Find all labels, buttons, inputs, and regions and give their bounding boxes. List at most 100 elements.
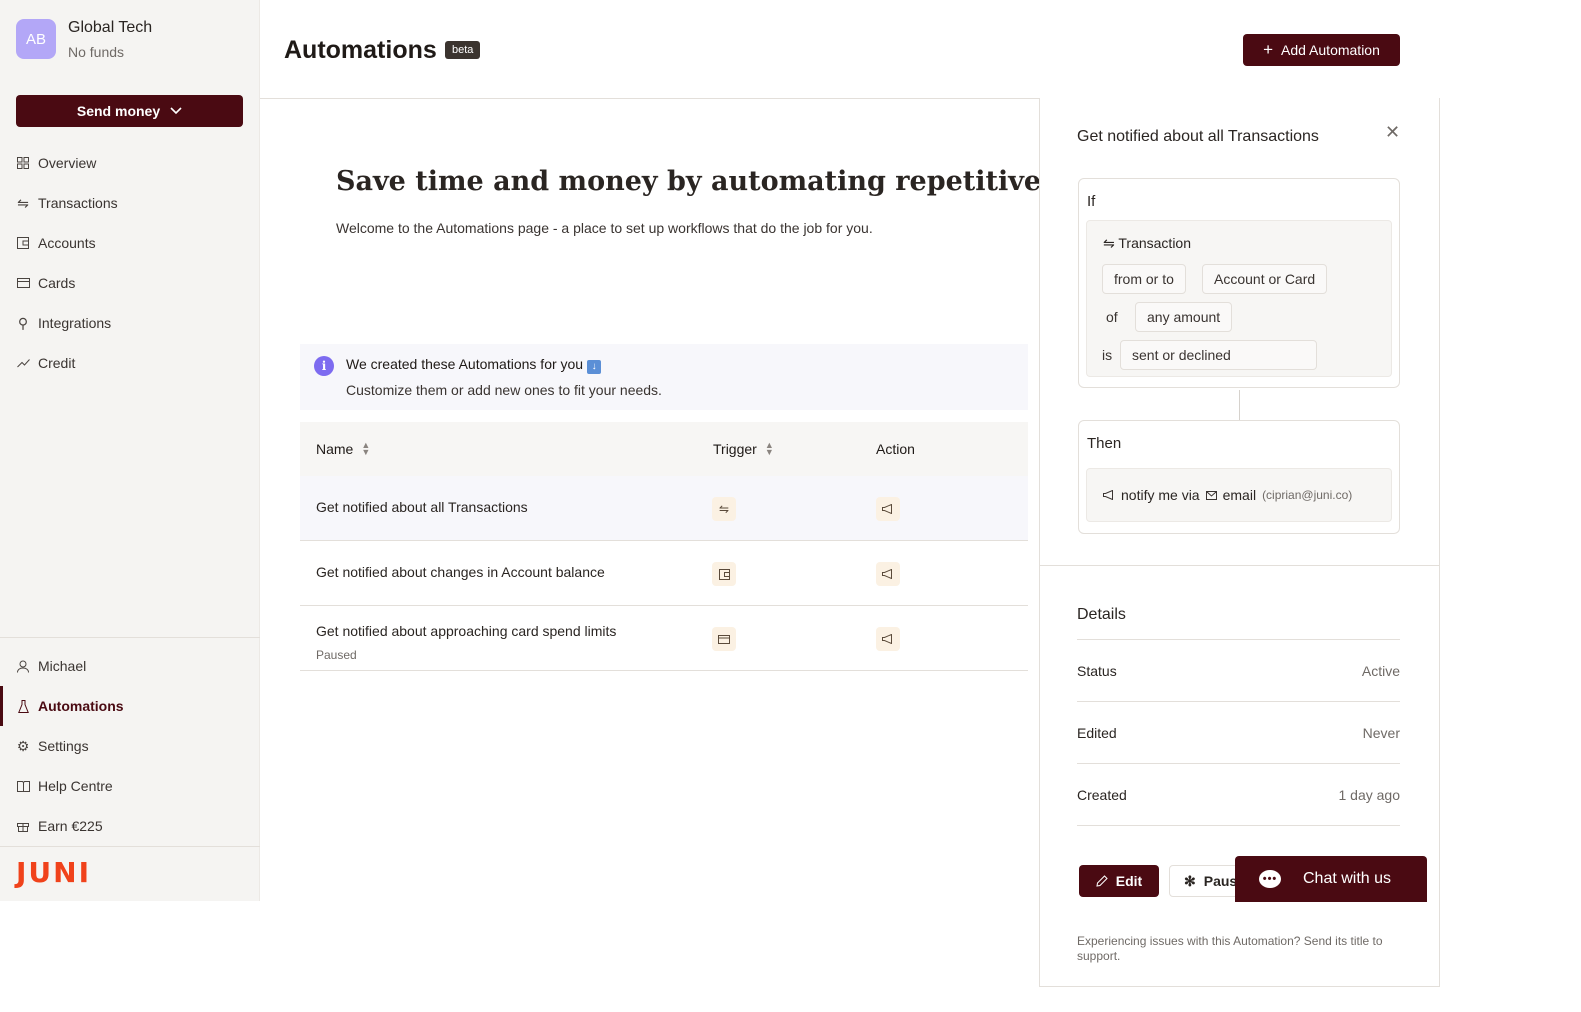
sidebar-item-label: Transactions xyxy=(38,195,118,211)
of-label: of xyxy=(1106,309,1118,325)
detail-row-edited: Edited Never xyxy=(1077,725,1400,741)
send-money-button[interactable]: Send money xyxy=(16,95,243,127)
gift-icon xyxy=(16,819,30,833)
sidebar-item-transactions[interactable]: ⇋ Transactions xyxy=(0,183,260,223)
org-switcher[interactable]: AB Global Tech No funds xyxy=(16,18,152,60)
wallet-icon xyxy=(16,236,30,250)
detail-key: Status xyxy=(1077,663,1117,679)
grid-icon xyxy=(16,156,30,170)
avatar: AB xyxy=(16,19,56,59)
detail-value: Active xyxy=(1361,663,1400,679)
info-title-text: We created these Automations for you xyxy=(346,356,584,372)
sidebar-item-help[interactable]: Help Centre xyxy=(0,766,260,806)
automation-detail-panel: Get notified about all Transactions ✕ If… xyxy=(1039,98,1440,987)
details-divider xyxy=(1077,701,1400,702)
sidebar-item-cards[interactable]: Cards xyxy=(0,263,260,303)
add-automation-button[interactable]: + Add Automation xyxy=(1243,34,1400,66)
mail-icon xyxy=(1205,490,1217,500)
org-balance: No funds xyxy=(68,44,125,60)
juni-logo[interactable]: JUNI xyxy=(16,856,91,889)
chat-bubble-icon: ••• xyxy=(1259,870,1281,888)
detail-key: Edited xyxy=(1077,725,1117,741)
action-text: notify me via xyxy=(1121,487,1200,503)
detail-key: Created xyxy=(1077,787,1127,803)
flask-icon xyxy=(16,699,30,713)
sidebar-item-label: Help Centre xyxy=(38,778,113,794)
table-row[interactable]: Get notified about changes in Account ba… xyxy=(300,541,1028,606)
user-icon xyxy=(16,659,30,673)
primary-nav: Overview ⇋ Transactions Accounts Cards ⚲… xyxy=(0,143,260,383)
sidebar-item-label: Integrations xyxy=(38,315,112,331)
page-title: Automations xyxy=(284,36,437,64)
table-row[interactable]: Get notified about approaching card spen… xyxy=(300,606,1028,671)
hero-subtitle: Welcome to the Automations page - a plac… xyxy=(336,220,873,236)
panel-divider xyxy=(1040,565,1439,566)
megaphone-icon xyxy=(876,627,900,651)
gear-icon: ⚙ xyxy=(16,737,30,754)
sort-icon: ▲ ▼ xyxy=(764,440,774,457)
sidebar-item-label: Earn €225 xyxy=(38,818,103,834)
row-name: Get notified about approaching card spen… xyxy=(316,623,617,639)
if-block: If ⇋ Transaction from or to Account or C… xyxy=(1078,178,1400,388)
row-name: Get notified about changes in Account ba… xyxy=(316,564,605,580)
sidebar-item-overview[interactable]: Overview xyxy=(0,143,260,183)
chat-widget-button[interactable]: ••• Chat with us xyxy=(1235,856,1427,902)
flow-connector xyxy=(1239,390,1240,420)
sort-icon: ▲ ▼ xyxy=(361,440,371,457)
megaphone-icon xyxy=(876,562,900,586)
megaphone-icon xyxy=(876,497,900,521)
megaphone-icon xyxy=(1103,490,1113,500)
book-icon xyxy=(16,779,30,793)
sidebar-item-label: Automations xyxy=(38,698,124,714)
condition-block: ⇋ Transaction from or to Account or Card… xyxy=(1086,220,1392,377)
column-label: Name xyxy=(316,441,354,457)
sidebar-divider xyxy=(0,846,260,847)
column-name[interactable]: Name ▲ ▼ xyxy=(316,440,371,458)
secondary-nav: Michael Automations ⚙ Settings Help Cent… xyxy=(0,646,260,846)
sidebar-item-label: Michael xyxy=(38,658,87,674)
sidebar-item-label: Overview xyxy=(38,155,97,171)
details-divider xyxy=(1077,639,1400,640)
panel-title: Get notified about all Transactions xyxy=(1077,128,1319,145)
sidebar-divider xyxy=(0,637,260,638)
trend-icon xyxy=(16,356,30,370)
column-trigger[interactable]: Trigger ▲ ▼ xyxy=(713,440,774,458)
table-row[interactable]: Get notified about all Transactions ⇋ xyxy=(300,476,1028,541)
then-label: Then xyxy=(1087,435,1122,452)
snowflake-icon: ✻ xyxy=(1184,872,1196,889)
close-icon[interactable]: ✕ xyxy=(1385,122,1400,143)
add-automation-label: Add Automation xyxy=(1281,42,1380,58)
is-label: is xyxy=(1102,347,1113,363)
chevron-down-icon xyxy=(170,107,182,115)
amount-select[interactable]: any amount xyxy=(1135,302,1233,332)
plus-icon: + xyxy=(1263,40,1274,59)
sidebar-item-credit[interactable]: Credit xyxy=(0,343,260,383)
sidebar-item-integrations[interactable]: ⚲ Integrations xyxy=(0,303,260,343)
detail-value: Never xyxy=(1362,725,1400,741)
sidebar-item-profile[interactable]: Michael xyxy=(0,646,260,686)
info-title: We created these Automations for you ↓ xyxy=(346,356,602,374)
row-name: Get notified about all Transactions xyxy=(316,499,528,515)
state-select[interactable]: sent or declined xyxy=(1120,340,1317,370)
sidebar-item-settings[interactable]: ⚙ Settings xyxy=(0,726,260,766)
detail-row-created: Created 1 day ago xyxy=(1077,787,1400,803)
then-block: Then notify me via email (ciprian@juni.c… xyxy=(1078,420,1400,534)
sidebar-item-accounts[interactable]: Accounts xyxy=(0,223,260,263)
row-status: Paused xyxy=(316,648,357,662)
sidebar-item-automations[interactable]: Automations xyxy=(0,686,260,726)
pencil-icon xyxy=(1096,875,1108,887)
sidebar-item-label: Accounts xyxy=(38,235,96,251)
sidebar-item-label: Credit xyxy=(38,355,76,371)
edit-button[interactable]: Edit xyxy=(1079,865,1159,897)
target-select[interactable]: Account or Card xyxy=(1202,264,1328,294)
sidebar-item-earn[interactable]: Earn €225 xyxy=(0,806,260,846)
chat-label: Chat with us xyxy=(1303,870,1392,887)
info-banner: i We created these Automations for you ↓ … xyxy=(300,344,1028,410)
direction-select[interactable]: from or to xyxy=(1102,264,1186,294)
sidebar-item-label: Cards xyxy=(38,275,76,291)
hero-title: Save time and money by automating repeti… xyxy=(336,166,1130,197)
card-icon xyxy=(16,276,30,290)
wallet-icon xyxy=(712,562,736,586)
action-address: (ciprian@juni.co) xyxy=(1262,488,1353,502)
detail-row-status: Status Active xyxy=(1077,663,1400,679)
